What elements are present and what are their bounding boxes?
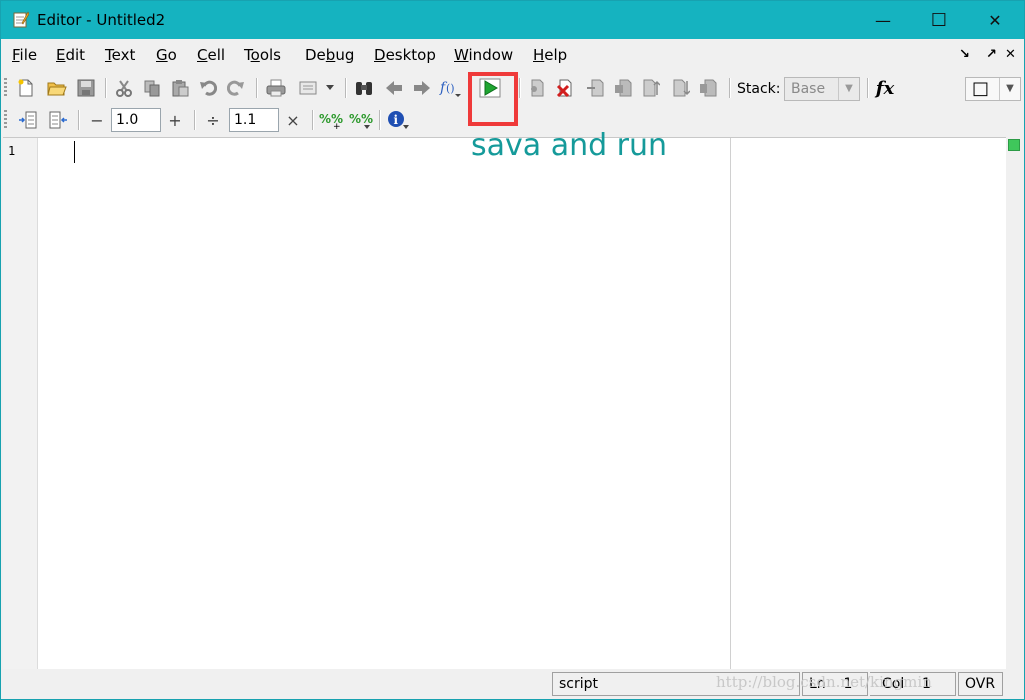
stack-value: Base	[791, 81, 826, 97]
minimize-icon: —	[875, 10, 891, 30]
increment-button[interactable]: +	[164, 109, 186, 131]
window-title: Editor - Untitled2	[37, 11, 166, 29]
annotation-label: sava and run	[471, 128, 668, 163]
decrement-button[interactable]: −	[86, 109, 108, 131]
line-number: 1	[8, 144, 16, 158]
title-bar[interactable]: Editor - Untitled2 — ☐ ✕	[1, 1, 1024, 39]
step-icon[interactable]	[584, 77, 606, 99]
step-out-icon[interactable]	[640, 77, 662, 99]
line-number-gutter: 1	[3, 138, 38, 669]
comment-remove-icon[interactable]: %%	[349, 109, 373, 131]
toolbar-separator	[867, 78, 869, 98]
copy-icon[interactable]	[141, 77, 163, 99]
menu-desktop[interactable]: Desktop	[374, 46, 436, 64]
publish-dropdown-icon[interactable]	[323, 77, 337, 99]
chevron-down-icon: ▼	[999, 78, 1020, 100]
svg-text:+: +	[333, 122, 341, 130]
close-icon: ✕	[988, 10, 1002, 30]
toolbar-separator	[379, 110, 381, 130]
save-icon[interactable]	[75, 77, 97, 99]
insert-cell-icon[interactable]	[17, 109, 39, 131]
editor-app-icon	[13, 11, 29, 28]
maximize-icon: ☐	[930, 9, 948, 31]
right-margin-line	[730, 138, 731, 669]
step-in-icon[interactable]	[612, 77, 634, 99]
info-icon[interactable]: i	[387, 109, 411, 131]
toolbar-separator	[519, 78, 521, 98]
publish-icon[interactable]	[297, 77, 319, 99]
code-analyzer-strip	[1006, 137, 1023, 668]
layout-icon: □	[972, 78, 990, 99]
menu-help[interactable]: Help	[533, 46, 567, 64]
print-icon[interactable]	[265, 77, 287, 99]
maximize-button[interactable]: ☐	[911, 1, 967, 39]
menu-window[interactable]: Window	[454, 46, 513, 64]
layout-dropdown[interactable]: □ ▼	[965, 77, 1021, 101]
svg-text:(): ()	[446, 82, 455, 95]
undo-icon[interactable]	[197, 77, 219, 99]
set-breakpoint-icon[interactable]	[526, 77, 548, 99]
dock-icon[interactable]: ↗	[986, 47, 997, 62]
chevron-down-icon: ▼	[838, 78, 859, 100]
toolbar-separator	[78, 110, 80, 130]
toolbar-separator	[105, 78, 107, 98]
highlight-box	[468, 72, 518, 126]
menu-tools[interactable]: Tools	[244, 46, 281, 64]
exit-debug-icon[interactable]	[698, 77, 720, 99]
menu-go[interactable]: Go	[156, 46, 177, 64]
menu-file[interactable]: File	[12, 46, 37, 64]
go-forward-icon[interactable]	[411, 77, 433, 99]
menu-text[interactable]: Text	[105, 46, 135, 64]
toolbar-separator	[345, 78, 347, 98]
go-back-icon[interactable]	[383, 77, 405, 99]
divide-button[interactable]: ÷	[202, 109, 224, 131]
remove-cell-icon[interactable]	[47, 109, 69, 131]
fx-function-icon[interactable]: fx	[872, 77, 898, 99]
svg-text:%%: %%	[349, 112, 373, 126]
cut-icon[interactable]	[113, 77, 135, 99]
stack-dropdown[interactable]: Base ▼	[784, 77, 860, 101]
menu-bar: File Edit Text Go Cell Tools Debug Deskt…	[1, 39, 1024, 71]
find-binoculars-icon[interactable]	[353, 77, 375, 99]
multiply-button[interactable]: ×	[282, 109, 304, 131]
close-document-icon[interactable]: ✕	[1005, 47, 1016, 62]
divide-value-field[interactable]: 1.1	[229, 108, 279, 132]
redo-icon[interactable]	[225, 77, 247, 99]
analyzer-ok-indicator[interactable]	[1008, 139, 1020, 151]
status-overwrite: OVR	[958, 672, 1003, 696]
comment-add-icon[interactable]: %% +	[319, 109, 343, 131]
text-caret	[74, 141, 75, 163]
watermark-text: http://blog.csdn.net/kingmin	[716, 673, 932, 691]
toolbar-separator	[312, 110, 314, 130]
menu-cell[interactable]: Cell	[197, 46, 225, 64]
open-file-icon[interactable]	[46, 77, 68, 99]
menu-edit[interactable]: Edit	[56, 46, 85, 64]
clear-breakpoints-icon[interactable]	[554, 77, 576, 99]
new-file-icon[interactable]	[15, 77, 37, 99]
toolbar-grip[interactable]	[4, 110, 7, 130]
toolbar-separator	[729, 78, 731, 98]
close-button[interactable]: ✕	[967, 1, 1023, 39]
svg-text:i: i	[394, 113, 399, 127]
paste-icon[interactable]	[169, 77, 191, 99]
stack-label: Stack:	[737, 81, 781, 97]
toolbar-separator	[194, 110, 196, 130]
increment-value-field[interactable]: 1.0	[111, 108, 161, 132]
continue-icon[interactable]	[670, 77, 692, 99]
toolbar-separator	[256, 78, 258, 98]
menu-debug[interactable]: Debug	[305, 46, 354, 64]
function-browser-icon[interactable]: f()	[439, 77, 463, 99]
toolbar-grip[interactable]	[4, 78, 7, 98]
minimize-button[interactable]: —	[855, 1, 911, 39]
undock-icon[interactable]: ↘	[959, 47, 970, 62]
code-editor[interactable]: 1	[3, 137, 1006, 669]
